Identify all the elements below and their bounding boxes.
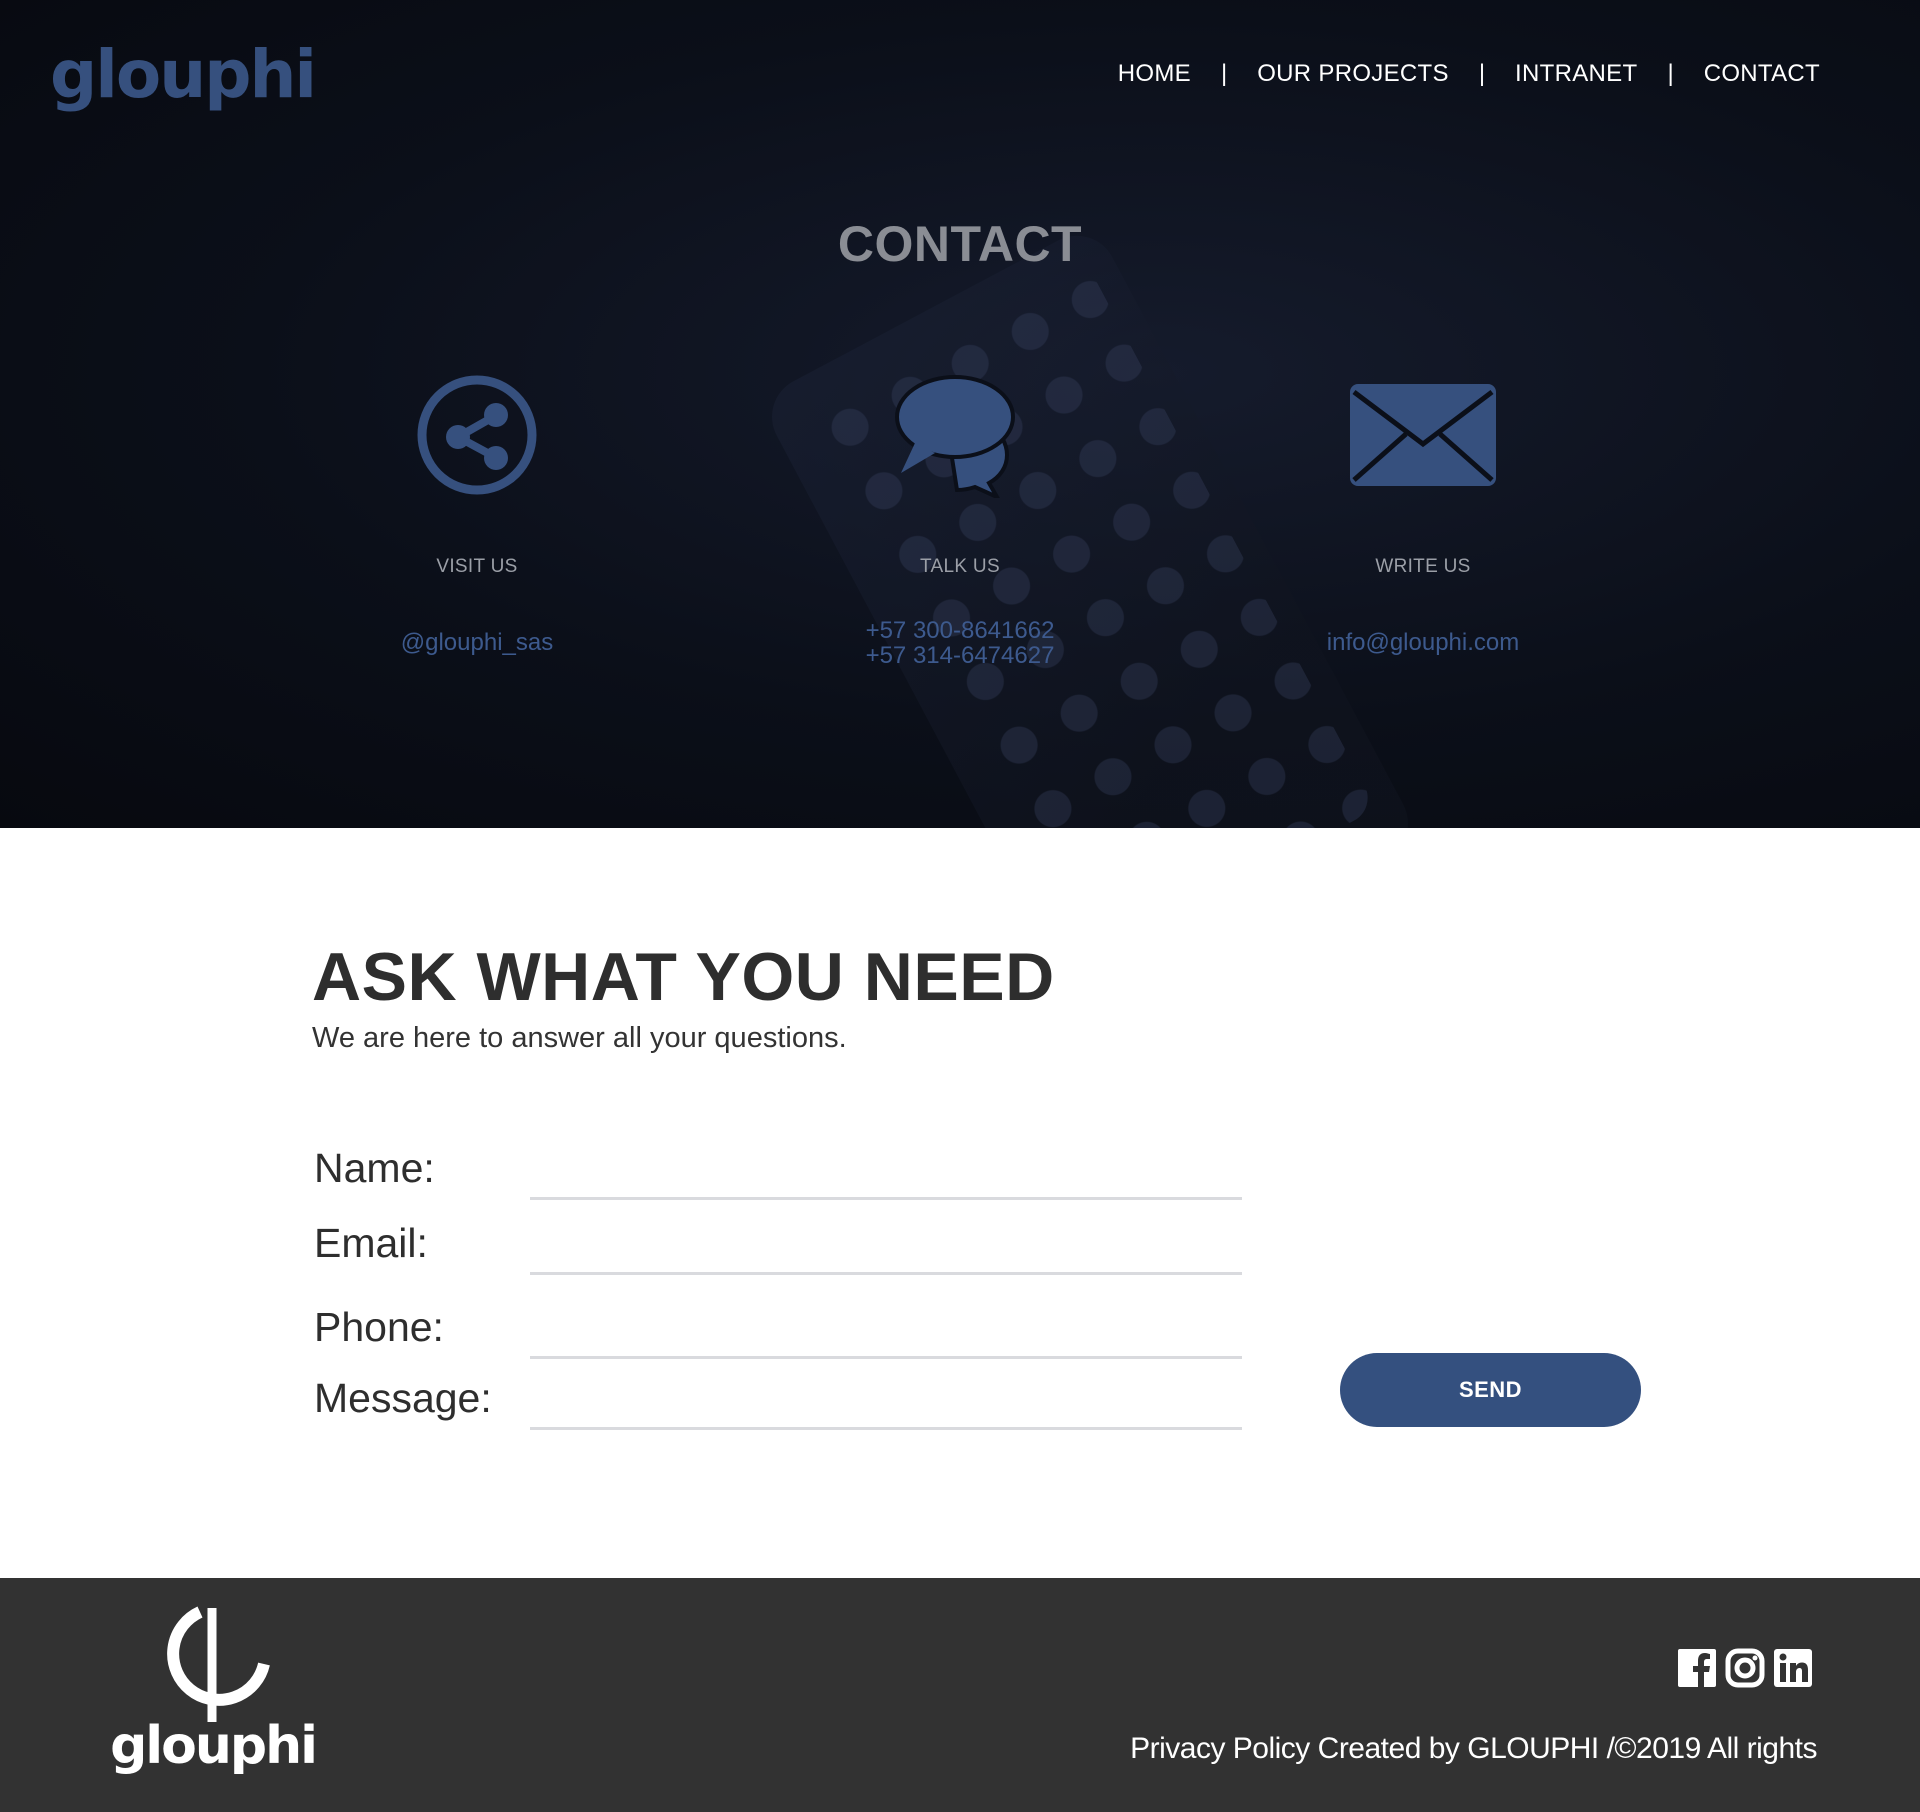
email-row: Email: (314, 1215, 1244, 1275)
email-label: Email: (314, 1220, 428, 1266)
instagram-icon[interactable] (1725, 1648, 1765, 1688)
form-heading: ASK WHAT YOU NEED (312, 939, 1055, 1015)
contact-form-section: ASK WHAT YOU NEED We are here to answer … (0, 828, 1920, 1578)
talk-us-value: +57 300-8641662 +57 314-6474627 (760, 618, 1160, 668)
page-title: CONTACT (837, 216, 1083, 272)
privacy-policy-link[interactable]: Privacy Policy (1130, 1732, 1310, 1765)
name-label: Name: (314, 1145, 435, 1191)
visit-us-value: @glouphi_sas (277, 630, 677, 655)
phone-label: Phone: (314, 1304, 444, 1350)
write-us-label: WRITE US (1375, 556, 1471, 577)
envelope-icon (1223, 370, 1623, 500)
write-us-value: info@glouphi.com (1223, 630, 1623, 655)
nav-contact[interactable]: CONTACT (1704, 60, 1820, 88)
nav-our-projects[interactable]: OUR PROJECTS (1257, 60, 1449, 88)
share-icon (277, 370, 677, 500)
instagram-handle-link[interactable]: @glouphi_sas (277, 630, 677, 655)
phone-link-2[interactable]: +57 314-6474627 (760, 643, 1160, 668)
facebook-icon[interactable] (1677, 1648, 1717, 1688)
form-subheading: We are here to answer all your questions… (312, 1022, 847, 1054)
email-link[interactable]: info@glouphi.com (1223, 630, 1623, 655)
social-links (1677, 1648, 1813, 1688)
write-us-block: WRITE US info@glouphi.com (1223, 370, 1623, 655)
nav-intranet[interactable]: INTRANET (1515, 60, 1637, 88)
name-row: Name: (314, 1140, 1244, 1200)
visit-us-label: VISIT US (436, 556, 518, 577)
talk-us-label: TALK US (920, 556, 1000, 577)
talk-us-block: TALK US +57 300-8641662 +57 314-6474627 (760, 370, 1160, 668)
visit-us-block: VISIT US @glouphi_sas (277, 370, 677, 655)
message-row: Message: (314, 1370, 1244, 1430)
footer-logo-text: glouphi (110, 1716, 318, 1776)
footer-logo[interactable]: glouphi (108, 1604, 318, 1794)
email-field[interactable] (530, 1231, 1242, 1275)
main-nav: HOME | OUR PROJECTS | INTRANET | CONTACT (1118, 60, 1820, 88)
hero-section: glouphi HOME | OUR PROJECTS | INTRANET |… (0, 0, 1920, 828)
phone-field[interactable] (530, 1315, 1242, 1359)
message-field[interactable] (530, 1386, 1242, 1430)
message-label: Message: (314, 1375, 492, 1421)
send-button[interactable]: SEND (1340, 1353, 1641, 1427)
footer-credits: Privacy Policy Created by GLOUPHI /©2019… (1130, 1732, 1817, 1766)
copyright-text: Created by GLOUPHI /©2019 All rights (1309, 1732, 1818, 1765)
nav-separator: | (1478, 60, 1486, 87)
brand-logo[interactable]: glouphi (50, 40, 317, 110)
footer-logo-mark (167, 1606, 270, 1722)
phone-row: Phone: (314, 1299, 1244, 1359)
name-field[interactable] (530, 1156, 1242, 1200)
phone-link-1[interactable]: +57 300-8641662 (760, 618, 1160, 643)
linkedin-icon[interactable] (1773, 1648, 1813, 1688)
chat-bubbles-icon (760, 370, 1160, 500)
footer: glouphi Privacy Policy Created by GLOUPH… (0, 1578, 1920, 1812)
nav-home[interactable]: HOME (1118, 60, 1191, 88)
nav-separator: | (1220, 60, 1228, 87)
nav-separator: | (1667, 60, 1674, 87)
